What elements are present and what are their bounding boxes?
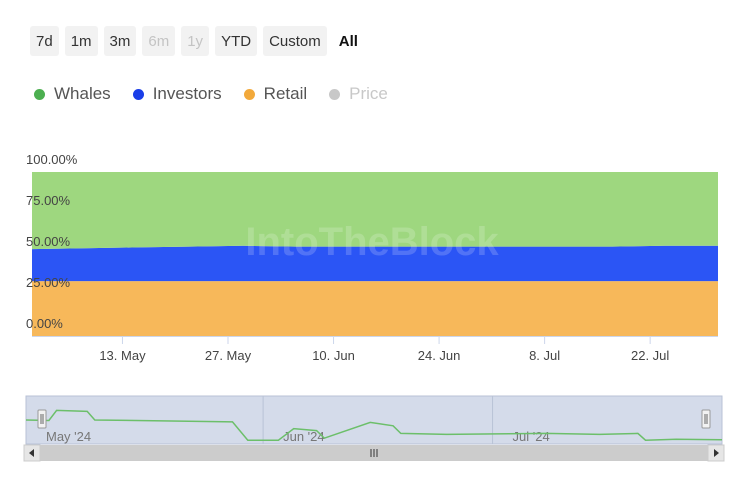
x-tick-label: 10. Jun	[312, 348, 355, 363]
x-tick-label: 22. Jul	[631, 348, 669, 363]
scrollbar[interactable]	[23, 444, 725, 462]
y-tick-label: 100.00%	[26, 152, 78, 167]
x-axis: 13. May 27. May 10. Jun 24. Jun 8. Jul 22. Ju…	[32, 336, 718, 363]
navigator-left-handle[interactable]	[37, 409, 47, 429]
y-tick-label: 0.00%	[26, 316, 63, 331]
watermark-text: IntoTheBlock	[245, 220, 499, 264]
navigator-label: May '24	[46, 429, 91, 444]
y-tick-label: 25.00%	[26, 275, 71, 290]
y-tick-label: 75.00%	[26, 193, 71, 208]
x-tick-label: 27. May	[205, 348, 252, 363]
navigator-right-handle[interactable]	[701, 409, 711, 429]
x-tick-label: 24. Jun	[418, 348, 461, 363]
y-tick-label: 50.00%	[26, 234, 71, 249]
navigator[interactable]: May '24 Jun '24 Jul '24	[25, 395, 723, 445]
area-retail	[32, 281, 718, 336]
x-tick-label: 13. May	[99, 348, 146, 363]
x-tick-label: 8. Jul	[529, 348, 560, 363]
navigator-label: Jul '24	[513, 429, 550, 444]
stacked-area-chart: IntoTheBlock 0.00% 25.00% 50.00% 75.00% 100.…	[23, 152, 725, 462]
